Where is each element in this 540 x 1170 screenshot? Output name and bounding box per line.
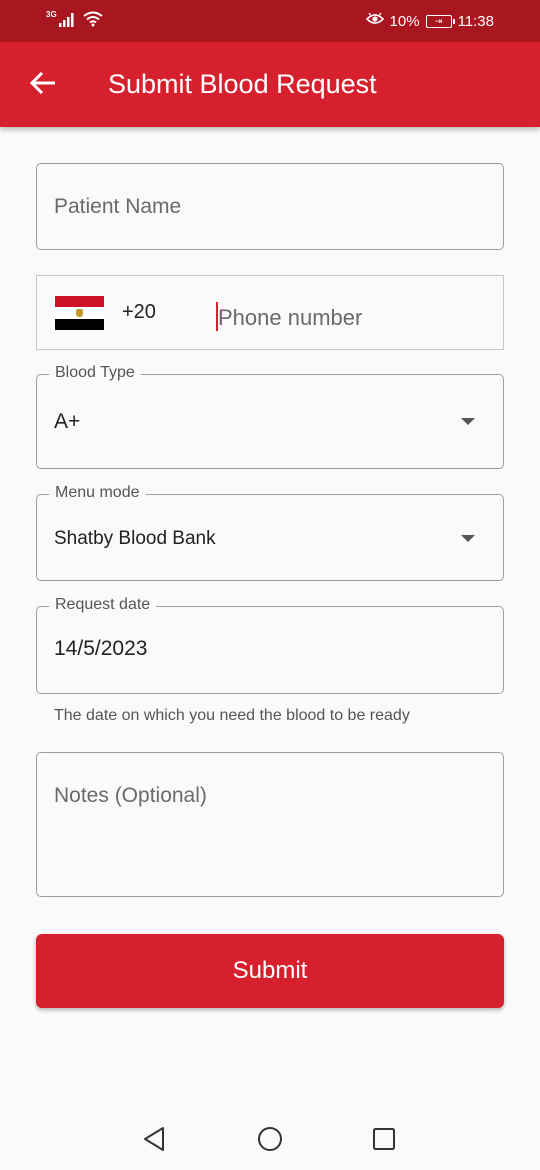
request-date-label: Request date <box>49 596 157 614</box>
wifi-icon <box>83 11 103 32</box>
status-bar: 3G 10% ⇥ 11:38 <box>0 0 540 42</box>
system-nav-bar <box>0 1112 540 1170</box>
back-triangle-icon <box>142 1126 166 1157</box>
menu-mode-label: Menu mode <box>49 484 146 502</box>
arrow-left-icon <box>29 71 56 99</box>
back-button[interactable] <box>24 66 62 104</box>
app-bar: Submit Blood Request <box>0 42 540 127</box>
request-date-value: 14/5/2023 <box>54 637 148 660</box>
submit-button[interactable]: Submit <box>36 934 504 1008</box>
battery-charging-icon: ⇥ <box>425 14 455 28</box>
request-date-helper: The date on which you need the blood to … <box>54 707 410 724</box>
blood-type-label: Blood Type <box>49 364 141 382</box>
request-date-field[interactable]: Request date 14/5/2023 <box>36 596 504 694</box>
caret-down-icon <box>461 535 475 542</box>
home-circle-icon <box>257 1126 283 1157</box>
nav-home-button[interactable] <box>255 1126 285 1156</box>
blood-type-value: A+ <box>54 410 81 433</box>
menu-mode-value: Shatby Blood Bank <box>54 528 216 549</box>
recents-square-icon <box>372 1127 396 1156</box>
signal-icon <box>58 13 77 32</box>
phone-field[interactable]: +20 Phone number <box>36 275 504 350</box>
battery-percent: 10% <box>389 12 420 30</box>
notes-field[interactable]: Notes (Optional) <box>36 752 504 897</box>
nav-recents-button[interactable] <box>369 1126 399 1156</box>
status-left: 3G <box>46 11 103 32</box>
egypt-flag-icon[interactable] <box>55 296 104 330</box>
caret-down-icon <box>461 418 475 425</box>
nav-back-button[interactable] <box>139 1126 169 1156</box>
dial-code: +20 <box>122 301 156 323</box>
blood-type-dropdown[interactable]: Blood Type A+ <box>36 364 504 469</box>
patient-name-field[interactable]: Patient Name <box>36 163 504 250</box>
eye-comfort-icon <box>365 12 384 30</box>
phone-placeholder: Phone number <box>218 305 363 330</box>
menu-mode-dropdown[interactable]: Menu mode Shatby Blood Bank <box>36 484 504 581</box>
network-type: 3G <box>46 10 57 19</box>
notes-placeholder: Notes (Optional) <box>54 784 207 807</box>
patient-name-placeholder: Patient Name <box>54 195 182 218</box>
page-title: Submit Blood Request <box>108 69 377 99</box>
clock: 11:38 <box>457 12 494 30</box>
status-right: 10% ⇥ 11:38 <box>365 12 494 30</box>
